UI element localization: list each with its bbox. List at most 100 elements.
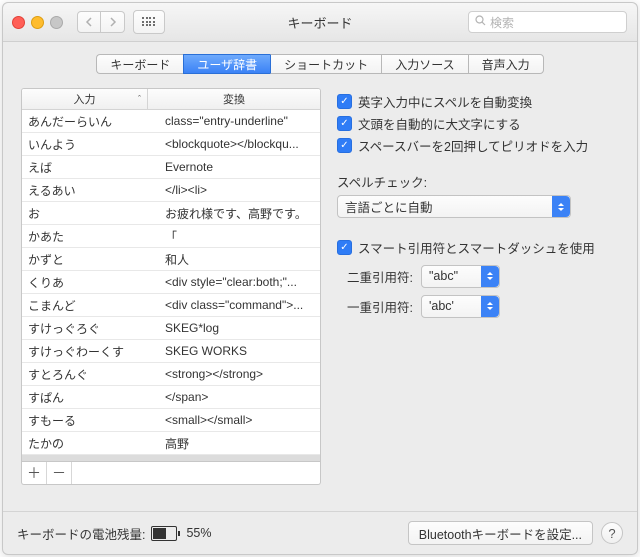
tab-dictation[interactable]: 音声入力 xyxy=(468,54,544,74)
titlebar: キーボード 検索 xyxy=(3,3,637,42)
table-row[interactable]: すけっぐわーくすSKEG WORKS xyxy=(22,340,320,363)
tab-shortcuts[interactable]: ショートカット xyxy=(270,54,381,74)
col-output[interactable]: 変換 xyxy=(148,89,320,109)
cell-input[interactable]: えるあい xyxy=(22,179,159,201)
search-icon xyxy=(475,15,486,29)
preferences-window: キーボード 検索 キーボード ユーザ辞書 ショートカット 入力ソース 音声入力 … xyxy=(2,2,638,555)
table-buttons: ＋ － xyxy=(21,462,321,485)
zoom-icon xyxy=(50,16,63,29)
remove-button[interactable]: － xyxy=(47,462,72,484)
traffic-lights xyxy=(12,16,63,29)
cell-output[interactable]: <div class="command">... xyxy=(159,294,320,316)
cell-input[interactable]: かずと xyxy=(22,248,159,270)
single-quote-label: 一重引用符: xyxy=(337,297,413,316)
cell-input[interactable]: ばつ xyxy=(22,455,159,462)
cell-output[interactable]: 和人 xyxy=(159,248,320,270)
cell-output[interactable]: Evernote xyxy=(159,156,320,178)
add-button[interactable]: ＋ xyxy=(22,462,47,484)
close-icon[interactable] xyxy=(12,16,25,29)
footer: キーボードの電池残量: 55% Bluetoothキーボードを設定... ? xyxy=(3,511,637,554)
table-row[interactable]: いんよう<blockquote></blockqu... xyxy=(22,133,320,156)
cell-input[interactable]: すもーる xyxy=(22,409,159,431)
table-row[interactable]: すもーる<small></small> xyxy=(22,409,320,432)
opt-double-space-period[interactable]: ✓ スペースバーを2回押してピリオドを入力 xyxy=(337,134,619,156)
cell-output[interactable]: class="entry-underline" xyxy=(159,110,320,132)
search-input[interactable]: 検索 xyxy=(468,11,627,33)
double-quote-label: 二重引用符: xyxy=(337,267,413,286)
table-row[interactable]: あんだーらいんclass="entry-underline" xyxy=(22,110,320,133)
cell-output[interactable]: SKEG*log xyxy=(159,317,320,339)
cell-input[interactable]: いんよう xyxy=(22,133,159,155)
tab-user-dictionary[interactable]: ユーザ辞書 xyxy=(183,54,270,74)
forward-button[interactable] xyxy=(101,11,125,33)
table-row[interactable]: えばEvernote xyxy=(22,156,320,179)
table-row[interactable]: くりあ<div style="clear:both;"... xyxy=(22,271,320,294)
help-icon: ? xyxy=(608,526,615,541)
dictionary-table[interactable]: 入力ˆ 変換 あんだーらいんclass="entry-underline"いんよ… xyxy=(21,88,321,462)
table-row[interactable]: えるあい</li><li> xyxy=(22,179,320,202)
table-row[interactable]: たかの高野 xyxy=(22,432,320,455)
cell-output[interactable]: <blockquote></blockqu... xyxy=(159,133,320,155)
battery-label: キーボードの電池残量: xyxy=(17,524,145,543)
grid-icon xyxy=(142,17,156,27)
tab-input-sources[interactable]: 入力ソース xyxy=(381,54,467,74)
body: キーボード ユーザ辞書 ショートカット 入力ソース 音声入力 入力ˆ 変換 あん… xyxy=(3,42,637,511)
battery-icon xyxy=(151,526,180,541)
cell-output[interactable]: 高野 xyxy=(159,432,320,454)
bluetooth-setup-button[interactable]: Bluetoothキーボードを設定... xyxy=(408,521,593,545)
search-placeholder: 検索 xyxy=(490,14,514,31)
col-input[interactable]: 入力ˆ xyxy=(22,89,148,109)
single-quote-select[interactable]: 'abc' xyxy=(421,295,500,318)
back-button[interactable] xyxy=(77,11,101,33)
checkbox-icon: ✓ xyxy=(337,240,352,255)
cell-input[interactable]: すけっぐわーくす xyxy=(22,340,159,362)
double-quote-row: 二重引用符: "abc" xyxy=(337,264,619,288)
cell-input[interactable]: すとろんぐ xyxy=(22,363,159,385)
plus-icon: ＋ xyxy=(27,463,41,483)
table-row[interactable]: こまんど<div class="command">... xyxy=(22,294,320,317)
cell-output[interactable]: × xyxy=(159,455,320,462)
cell-output[interactable]: 「 xyxy=(159,225,320,247)
cell-input[interactable]: くりあ xyxy=(22,271,159,293)
cell-input[interactable]: えば xyxy=(22,156,159,178)
table-row[interactable]: かあた「 xyxy=(22,225,320,248)
table-row[interactable]: ばつ× xyxy=(22,455,320,462)
table-row[interactable]: すとろんぐ<strong></strong> xyxy=(22,363,320,386)
cell-output[interactable]: </span> xyxy=(159,386,320,408)
cell-input[interactable]: たかの xyxy=(22,432,159,454)
table-row[interactable]: すけっぐろぐSKEG*log xyxy=(22,317,320,340)
cell-input[interactable]: あんだーらいん xyxy=(22,110,159,132)
battery-value: 55% xyxy=(186,526,211,540)
chevron-updown-icon xyxy=(481,266,499,287)
show-all-button[interactable] xyxy=(133,10,165,34)
opt-spell-correct[interactable]: ✓ 英字入力中にスペルを自動変換 xyxy=(337,90,619,112)
chevron-updown-icon xyxy=(481,296,499,317)
options-panel: ✓ 英字入力中にスペルを自動変換 ✓ 文頭を自動的に大文字にする ✓ スペースバ… xyxy=(337,88,619,501)
tab-keyboard[interactable]: キーボード xyxy=(96,54,183,74)
cell-output[interactable]: お疲れ様です、高野です。 xyxy=(159,202,320,224)
checkbox-icon: ✓ xyxy=(337,138,352,153)
help-button[interactable]: ? xyxy=(601,522,623,544)
double-quote-select[interactable]: "abc" xyxy=(421,265,500,288)
chevron-updown-icon xyxy=(552,196,570,217)
opt-smart-quotes[interactable]: ✓ スマート引用符とスマートダッシュを使用 xyxy=(337,236,619,258)
table-row[interactable]: すぱん</span> xyxy=(22,386,320,409)
table-row[interactable]: かずと和人 xyxy=(22,248,320,271)
minimize-icon[interactable] xyxy=(31,16,44,29)
content: 入力ˆ 変換 あんだーらいんclass="entry-underline"いんよ… xyxy=(21,88,619,501)
table-row[interactable]: おお疲れ様です、高野です。 xyxy=(22,202,320,225)
cell-output[interactable]: SKEG WORKS xyxy=(159,340,320,362)
cell-input[interactable]: お xyxy=(22,202,159,224)
cell-output[interactable]: </li><li> xyxy=(159,179,320,201)
cell-output[interactable]: <div style="clear:both;"... xyxy=(159,271,320,293)
spellcheck-label: スペルチェック: xyxy=(337,172,619,191)
cell-input[interactable]: こまんど xyxy=(22,294,159,316)
cell-output[interactable]: <strong></strong> xyxy=(159,363,320,385)
cell-output[interactable]: <small></small> xyxy=(159,409,320,431)
opt-capitalize[interactable]: ✓ 文頭を自動的に大文字にする xyxy=(337,112,619,134)
cell-input[interactable]: すぱん xyxy=(22,386,159,408)
cell-input[interactable]: かあた xyxy=(22,225,159,247)
spellcheck-select[interactable]: 言語ごとに自動 xyxy=(337,195,571,218)
cell-input[interactable]: すけっぐろぐ xyxy=(22,317,159,339)
minus-icon: － xyxy=(52,463,66,483)
